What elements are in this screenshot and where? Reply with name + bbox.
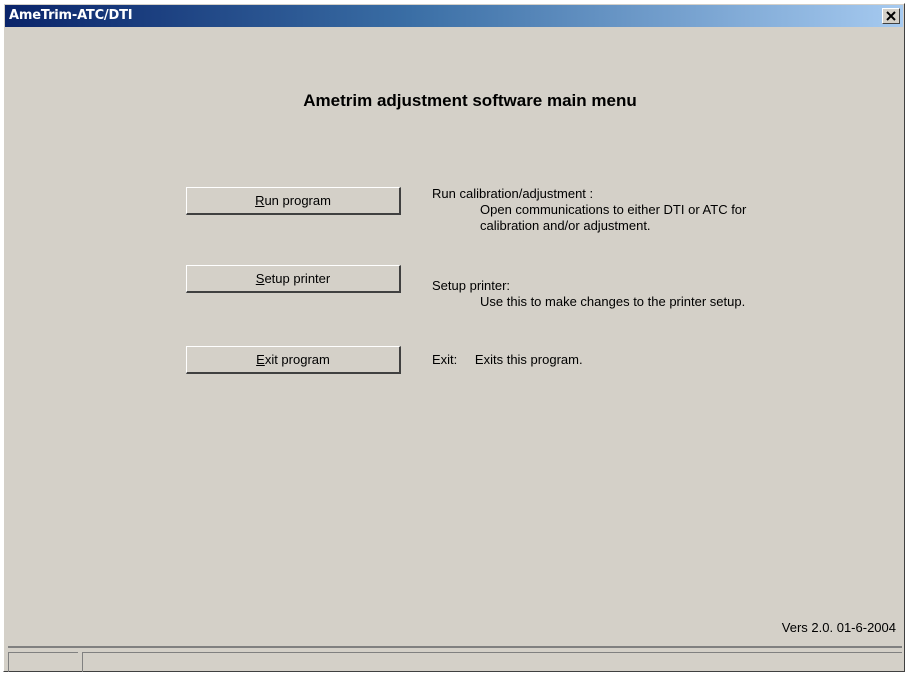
setup-description: Setup printer: Use this to make changes … <box>432 278 745 310</box>
run-description-line2: calibration and/or adjustment. <box>480 218 651 233</box>
exit-description: Exit: Exits this program. <box>432 352 583 368</box>
exit-program-label: xit program <box>264 352 330 367</box>
run-description-line1: Open communications to either DTI or ATC… <box>480 202 747 217</box>
window-title: AmeTrim-ATC/DTI <box>9 8 133 23</box>
close-icon <box>886 11 896 21</box>
setup-description-title: Setup printer: <box>432 278 511 293</box>
exit-description-label: Exit: <box>432 352 458 367</box>
run-program-label: un program <box>264 193 331 208</box>
run-description: Run calibration/adjustment : Open commun… <box>432 186 746 234</box>
exit-program-mnemonic: E <box>256 352 265 367</box>
setup-printer-label: etup printer <box>264 271 331 286</box>
status-panel-2 <box>82 652 902 672</box>
status-bar <box>8 646 902 673</box>
status-panel-1 <box>8 652 78 672</box>
version-label: Vers 2.0. 01-6-2004 <box>781 620 896 635</box>
setup-printer-button[interactable]: Setup printer <box>186 265 401 293</box>
run-description-title: Run calibration/adjustment : <box>432 186 594 201</box>
setup-description-line1: Use this to make changes to the printer … <box>480 294 746 309</box>
exit-description-text: Exits this program. <box>474 352 583 367</box>
app-window: AmeTrim-ATC/DTI Ametrim adjustment softw… <box>3 3 905 672</box>
page-title: Ametrim adjustment software main menu <box>303 91 637 110</box>
title-bar[interactable]: AmeTrim-ATC/DTI <box>5 5 903 27</box>
exit-program-button[interactable]: Exit program <box>186 346 401 374</box>
close-button[interactable] <box>882 8 900 24</box>
run-program-button[interactable]: Run program <box>186 187 401 215</box>
